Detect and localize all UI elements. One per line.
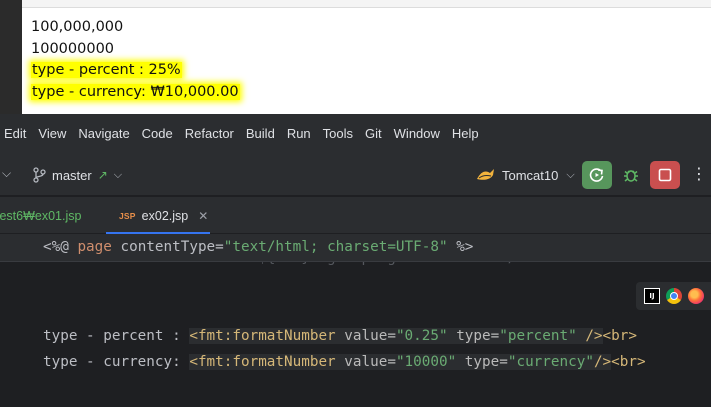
tab-label: ex02.jsp — [141, 208, 189, 223]
menu-refactor[interactable]: Refactor — [179, 114, 240, 154]
stop-icon — [658, 168, 672, 182]
output-line-4-wrap: type - currency: ₩10,000.00 — [31, 82, 240, 104]
output-line-1: 100,000,000 — [31, 19, 124, 35]
menu-run[interactable]: Run — [281, 114, 317, 154]
menu-help[interactable]: Help — [446, 114, 485, 154]
directive-value: "text/html; charset=UTF-8" — [223, 239, 448, 255]
browser-left-edge — [0, 0, 22, 114]
line-text: type - percent : — [43, 328, 190, 344]
firefox-icon[interactable] — [688, 288, 704, 304]
close-icon[interactable]: ✕ — [198, 209, 208, 223]
tag-name: fmt:formatNumber — [197, 354, 336, 370]
attr-value: value= — [335, 328, 396, 344]
vcs-branch-widget[interactable]: master ↗ ⌵ — [32, 154, 122, 196]
run-configuration-selector[interactable]: Tomcat10 ⌵ — [476, 154, 575, 196]
attr-type: type= — [456, 354, 508, 370]
tag-open: < — [189, 328, 198, 344]
branch-name: master — [52, 167, 92, 183]
tag-end: /> — [576, 328, 603, 344]
attr-type: type= — [447, 328, 500, 344]
value-string: "10000" — [395, 354, 457, 370]
page-directive: <%@ page contentType="text/html; charset… — [43, 239, 473, 255]
tab-ex01[interactable]: test6₩ex01.jsp — [0, 197, 81, 234]
run-config-name: Tomcat10 — [502, 167, 559, 183]
menu-window[interactable]: Window — [388, 114, 446, 154]
rendered-output: 100,000,000 100000000 type - percent : 2… — [31, 17, 240, 103]
jsp-file-icon: JSP — [119, 210, 136, 221]
directive-attr: contentType= — [120, 239, 224, 255]
tag-open: < — [189, 354, 198, 370]
browser-output-panel: 100,000,000 100000000 type - percent : 2… — [0, 0, 711, 114]
sticky-header-line: <%@ page contentType="text/html; charset… — [0, 234, 711, 262]
output-line-4: type - currency: ₩10,000.00 — [31, 83, 240, 100]
menu-code[interactable]: Code — [136, 114, 179, 154]
menu-navigate[interactable]: Navigate — [72, 114, 135, 154]
attr-value: value= — [335, 354, 396, 370]
line-text: type - currency: — [43, 354, 190, 370]
intellij-icon[interactable]: IJ — [644, 288, 660, 304]
br-tag: <br> — [611, 354, 646, 370]
chrome-icon[interactable] — [666, 288, 682, 304]
output-line-3: type - percent : 25% — [31, 62, 182, 78]
tag-name: fmt:formatNumber — [197, 328, 336, 344]
menu-build[interactable]: Build — [240, 114, 281, 154]
menu-edit[interactable]: Edit — [0, 114, 32, 154]
chevron-down-icon: ⌵ — [113, 168, 123, 181]
tag-end: /> — [593, 354, 612, 370]
directive-open: <%@ — [43, 239, 69, 255]
code-line-percent: type - percent : <fmt:formatNumber value… — [43, 328, 637, 344]
tab-ex02[interactable]: JSP ex02.jsp ✕ — [106, 197, 210, 234]
menu-tools[interactable]: Tools — [317, 114, 359, 154]
branch-icon — [33, 167, 46, 183]
more-icon[interactable]: ⋮ — [690, 161, 708, 189]
rerun-icon — [589, 168, 604, 182]
code-editor[interactable]: <fmt:formatNumber value="${num}" groupin… — [0, 234, 711, 407]
stop-button[interactable] — [650, 161, 680, 189]
output-line-2: 100000000 — [31, 40, 115, 57]
type-string: "percent" — [499, 328, 577, 344]
chevron-down-icon: ⌵ — [566, 168, 575, 181]
code-line-currency: type - currency: <fmt:formatNumber value… — [43, 354, 646, 370]
chevron-down-icon[interactable]: ⌵ — [2, 166, 11, 181]
tab-label: test6₩ex01.jsp — [0, 208, 82, 223]
tomcat-icon — [477, 169, 494, 180]
type-string: "currency" — [507, 354, 594, 370]
directive-keyword: page — [77, 239, 112, 255]
editor-tab-bar: test6₩ex01.jsp JSP ex02.jsp ✕ — [0, 197, 711, 234]
output-line-3-wrap: type - percent : 25% — [31, 60, 240, 82]
push-arrow-icon: ↗ — [97, 168, 108, 182]
directive-close: %> — [456, 239, 474, 255]
debug-button[interactable] — [617, 161, 645, 189]
debug-icon — [624, 170, 638, 182]
br-tag: <br> — [602, 328, 637, 344]
rerun-button[interactable] — [582, 161, 612, 189]
menu-bar: Edit View Navigate Code Refactor Build R… — [0, 114, 711, 154]
menu-git[interactable]: Git — [359, 114, 388, 154]
open-in-browser-popup: IJ — [636, 282, 711, 310]
menu-view[interactable]: View — [32, 114, 72, 154]
browser-top-bar — [22, 0, 711, 8]
value-string: "0.25" — [395, 328, 448, 344]
